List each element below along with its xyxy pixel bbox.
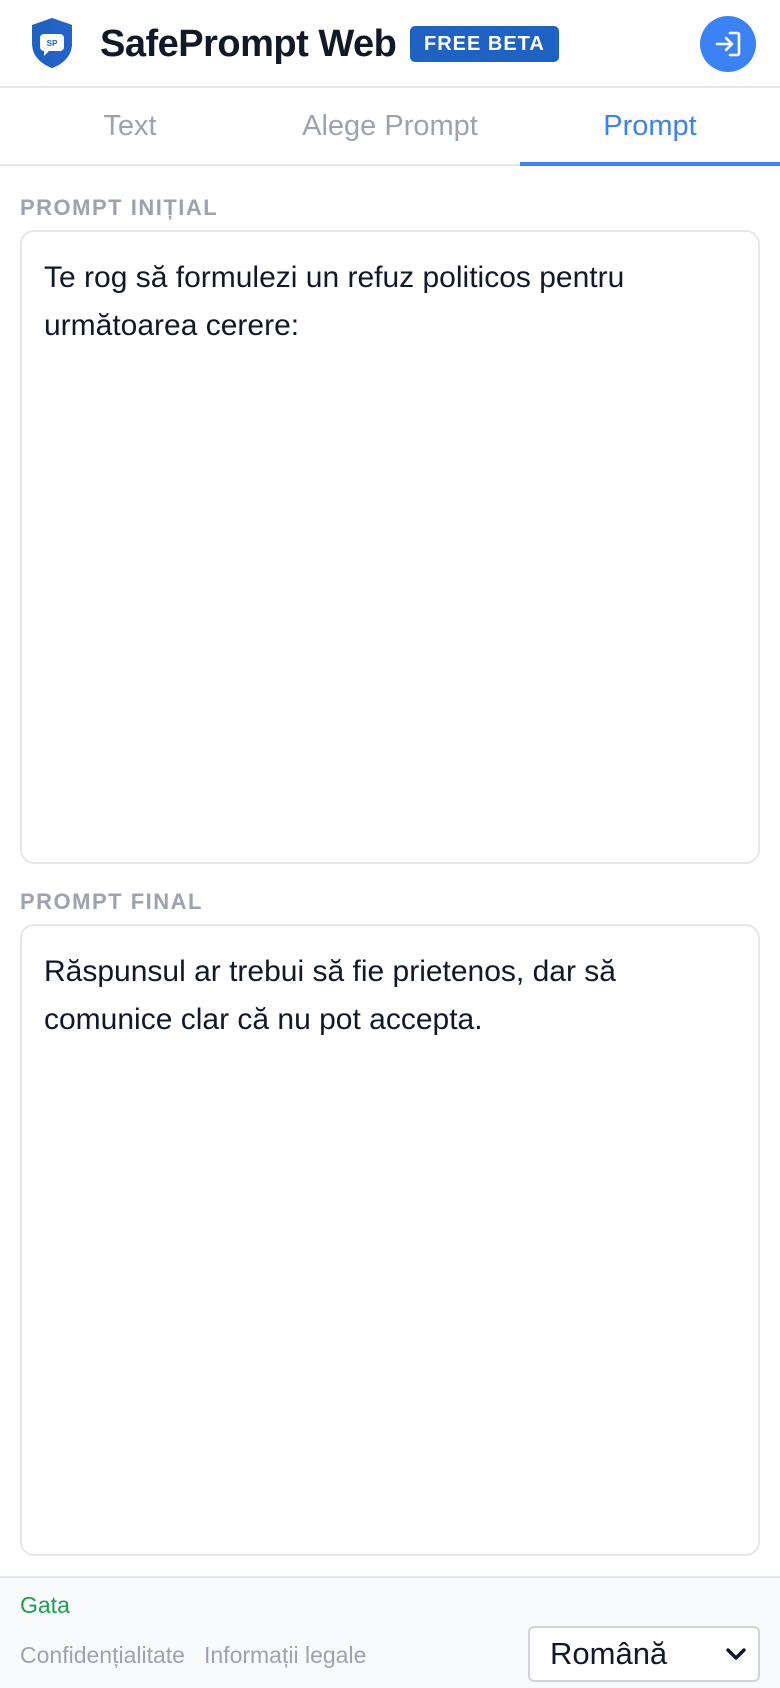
- app-header: SP SafePrompt Web FREE BETA: [0, 0, 780, 88]
- tab-prompt[interactable]: Prompt: [520, 88, 780, 166]
- final-prompt-field[interactable]: Răspunsul ar trebui să fie prietenos, da…: [20, 924, 760, 1556]
- tab-alege-prompt[interactable]: Alege Prompt: [260, 88, 520, 164]
- beta-badge: FREE BETA: [410, 26, 559, 62]
- status-text: Gata: [20, 1592, 70, 1618]
- initial-prompt-label: PROMPT INIȚIAL: [20, 195, 219, 220]
- tab-text[interactable]: Text: [0, 88, 260, 164]
- language-select[interactable]: Română: [528, 1626, 760, 1682]
- legal-info-link[interactable]: Informații legale: [204, 1640, 366, 1670]
- language-selected-value: Română: [550, 1636, 668, 1671]
- final-prompt-label: PROMPT FINAL: [20, 889, 203, 914]
- login-arrow-icon: [715, 31, 741, 57]
- tab-bar: Text Alege Prompt Prompt: [0, 88, 780, 166]
- app-title: SafePrompt Web: [100, 23, 397, 65]
- login-button[interactable]: [700, 16, 756, 72]
- initial-prompt-field[interactable]: Te rog să formulezi un refuz politicos p…: [20, 230, 760, 864]
- footer: Gata Confidențialitate Informații legale…: [0, 1576, 780, 1688]
- logo-text: SP: [47, 39, 58, 48]
- shield-logo-icon: SP: [32, 18, 72, 68]
- chevron-down-icon: [726, 1648, 746, 1660]
- privacy-link[interactable]: Confidențialitate: [20, 1640, 185, 1670]
